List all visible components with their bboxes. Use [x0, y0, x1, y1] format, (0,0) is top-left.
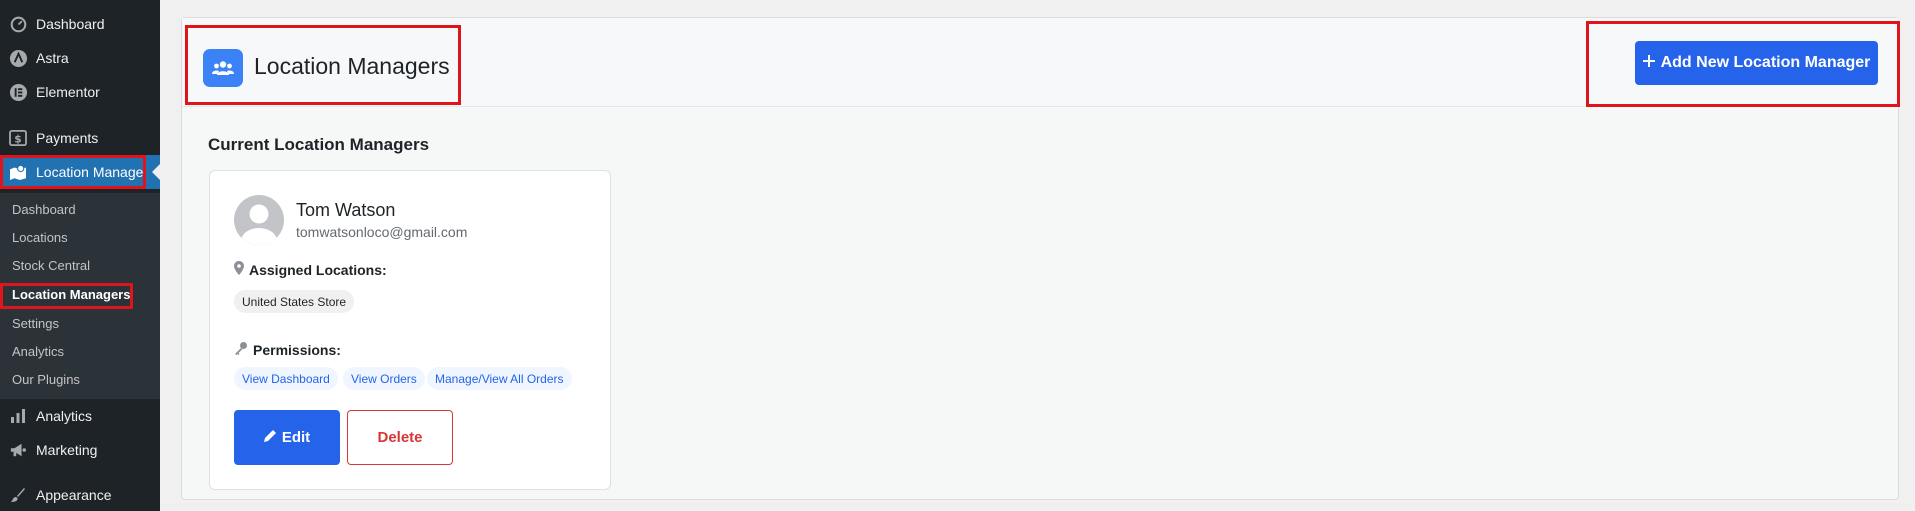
- bar-chart-icon: [8, 406, 28, 426]
- active-indicator: [152, 164, 160, 180]
- menu-item-appearance[interactable]: Appearance: [0, 478, 160, 511]
- elementor-logo-icon: [8, 82, 28, 102]
- page-title: Location Managers: [254, 53, 450, 79]
- map-icon: [8, 162, 28, 182]
- menu-label: Appearance: [36, 487, 112, 503]
- key-icon: [234, 341, 248, 358]
- permissions-heading: Permissions:: [234, 341, 341, 358]
- menu-label: Location Manage: [36, 164, 144, 180]
- menu-item-dashboard[interactable]: Dashboard: [0, 7, 160, 41]
- permission-chip-manage-all-orders[interactable]: Manage/View All Orders: [427, 367, 572, 390]
- admin-sidebar: Dashboard Astra Elementor $ Payments Loc…: [0, 0, 160, 511]
- submenu-item-stock-central[interactable]: Stock Central: [12, 258, 90, 273]
- add-new-location-manager-button[interactable]: Add New Location Manager: [1635, 41, 1878, 85]
- add-button-label: Add New Location Manager: [1660, 54, 1871, 71]
- submenu-item-dashboard[interactable]: Dashboard: [12, 202, 76, 217]
- location-managers-panel: Location Managers Add New Location Manag…: [181, 17, 1899, 500]
- manager-name: Tom Watson: [296, 200, 396, 220]
- menu-label: Dashboard: [36, 16, 105, 32]
- menu-label: Astra: [36, 50, 69, 66]
- brush-icon: [8, 485, 28, 505]
- plus-icon: [1642, 54, 1655, 72]
- submenu-item-analytics[interactable]: Analytics: [12, 344, 64, 359]
- panel-header: Location Managers Add New Location Manag…: [182, 18, 1898, 107]
- permission-chip-view-dashboard[interactable]: View Dashboard: [234, 367, 338, 390]
- menu-item-location-manager[interactable]: Location Manage: [0, 155, 160, 189]
- manager-card: Tom Watson tomwatsonloco@gmail.com Assig…: [209, 170, 611, 490]
- section-title: Current Location Managers: [208, 135, 430, 154]
- menu-item-elementor[interactable]: Elementor: [0, 75, 160, 109]
- megaphone-icon: [8, 440, 28, 460]
- pencil-icon: [263, 429, 276, 446]
- menu-item-analytics[interactable]: Analytics: [0, 399, 160, 433]
- permissions-label: Permissions:: [253, 341, 341, 358]
- menu-item-payments[interactable]: $ Payments: [0, 121, 160, 155]
- dollar-icon: $: [8, 128, 28, 148]
- location-chip: United States Store: [234, 290, 355, 313]
- submenu-item-settings[interactable]: Settings: [12, 316, 59, 331]
- submenu-item-location-managers[interactable]: Location Managers: [12, 287, 130, 302]
- edit-label: Edit: [281, 429, 311, 446]
- menu-label: Elementor: [36, 84, 100, 100]
- dashboard-gauge-icon: [8, 14, 28, 34]
- menu-label: Payments: [36, 130, 99, 146]
- menu-item-astra[interactable]: Astra: [0, 41, 160, 75]
- edit-button[interactable]: Edit: [234, 410, 340, 465]
- submenu-item-locations[interactable]: Locations: [12, 230, 68, 245]
- menu-item-marketing[interactable]: Marketing: [0, 433, 160, 467]
- submenu-item-our-plugins[interactable]: Our Plugins: [12, 372, 80, 387]
- assigned-locations-label: Assigned Locations:: [249, 261, 387, 278]
- delete-label: Delete: [377, 429, 423, 446]
- assigned-locations-heading: Assigned Locations:: [234, 261, 387, 278]
- map-pin-icon: [234, 261, 244, 278]
- avatar: [234, 195, 284, 245]
- manager-email: tomwatsonloco@gmail.com: [296, 224, 468, 240]
- delete-button[interactable]: Delete: [347, 410, 453, 465]
- location-manager-submenu: Dashboard Locations Stock Central Locati…: [0, 193, 160, 399]
- svg-text:$: $: [14, 132, 21, 145]
- users-group-icon: [203, 49, 243, 87]
- permission-chip-view-orders[interactable]: View Orders: [343, 367, 425, 390]
- menu-label: Marketing: [36, 442, 98, 458]
- astra-logo-icon: [8, 48, 28, 68]
- menu-label: Analytics: [36, 408, 93, 424]
